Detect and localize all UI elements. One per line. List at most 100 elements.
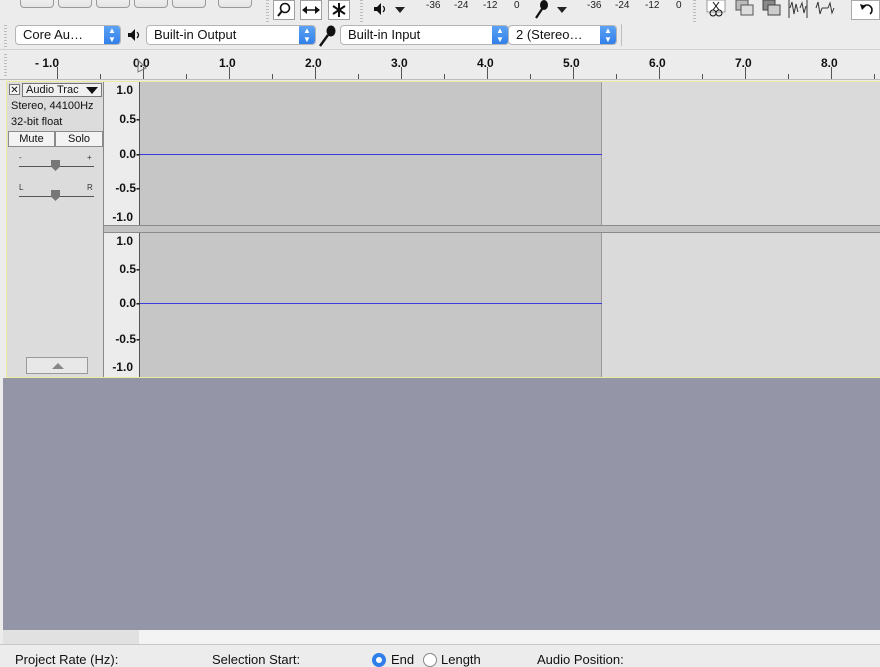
output-device-select[interactable]: Built-in Output ▲ ▼: [146, 25, 316, 45]
horizontal-scrollbar[interactable]: [3, 630, 880, 644]
waveform-channel-left[interactable]: [140, 82, 880, 225]
multi-tool-button[interactable]: [328, 0, 350, 20]
trim-icon[interactable]: [788, 0, 808, 18]
cut-icon[interactable]: [706, 0, 726, 18]
ruler-minor-tick: [186, 74, 187, 79]
select-stepper-icon: ▲ ▼: [492, 26, 508, 44]
record-meter-label: -12: [645, 0, 660, 11]
timeshift-tool-button[interactable]: [300, 0, 322, 20]
amplitude-scale-label: 1.0: [116, 83, 133, 97]
amplitude-scale-label: 0.5-: [119, 262, 140, 276]
waveform-channel-right[interactable]: [140, 233, 880, 377]
zoom-icon: [277, 2, 291, 17]
ruler-tick-label: 2.0: [305, 56, 322, 70]
ruler-minor-tick: [100, 74, 101, 79]
output-device-value: Built-in Output: [154, 27, 237, 42]
edit-toolbar-grip[interactable]: [693, 0, 696, 22]
paste-icon[interactable]: [761, 0, 781, 18]
track-format-info: 32-bit float: [11, 116, 63, 128]
ruler-minor-tick: [874, 74, 875, 79]
ruler-tick-label: 6.0: [649, 56, 666, 70]
toolbar-grip[interactable]: [266, 0, 269, 22]
amplitude-scale-label: 0.5-: [119, 112, 140, 126]
ruler-major-tick: [315, 67, 316, 79]
ruler-minor-tick: [616, 74, 617, 79]
gain-plus-label: +: [87, 153, 92, 162]
amplitude-scale-label: -1.0: [112, 360, 133, 374]
pan-left-label: L: [19, 183, 24, 192]
channel-amplitude-ruler-right[interactable]: 1.0 0.5- 0.0- -0.5- -1.0: [104, 233, 140, 377]
selection-start-label: Selection Start:: [212, 652, 301, 667]
stop-button[interactable]: [96, 0, 130, 8]
track-rate-info: Stereo, 44100Hz: [11, 100, 94, 112]
amplitude-scale-label: 0.0-: [119, 147, 140, 161]
project-rate-label: Project Rate (Hz):: [15, 652, 119, 667]
ruler-tick-label: - 1.0: [35, 56, 60, 70]
microphone-icon[interactable]: [534, 0, 550, 20]
playback-meter-label: -36: [426, 0, 441, 11]
audio-clip[interactable]: [140, 233, 602, 377]
input-channels-value: 2 (Stereo…: [516, 27, 583, 42]
amplitude-scale-label: -0.5-: [115, 332, 140, 346]
ruler-tick-label: 8.0: [821, 56, 838, 70]
gain-minus-label: -: [19, 153, 22, 162]
input-channels-select[interactable]: 2 (Stereo… ▲ ▼: [508, 25, 617, 45]
undo-button[interactable]: [851, 0, 880, 20]
track-collapse-button[interactable]: [26, 357, 88, 374]
ruler-major-tick: [229, 67, 230, 79]
collapse-arrow-icon: [52, 363, 64, 369]
playback-meter-label: -12: [483, 0, 498, 11]
scrollbar-thumb[interactable]: [3, 630, 139, 644]
ruler-tick-label: 1.0: [219, 56, 236, 70]
skip-end-button[interactable]: [172, 0, 206, 8]
track-name: Audio Trac: [26, 84, 79, 96]
ruler-major-tick: [487, 67, 488, 79]
play-head-icon[interactable]: [136, 58, 148, 74]
multi-tool-icon: [332, 3, 346, 17]
timeshift-icon: [302, 6, 320, 14]
input-device-value: Built-in Input: [348, 27, 421, 42]
empty-track-area[interactable]: [3, 378, 880, 630]
playback-meter-label: -24: [454, 0, 469, 11]
dropdown-arrow-icon: [86, 87, 98, 94]
length-radio[interactable]: [423, 653, 437, 667]
microphone-icon: [319, 25, 336, 47]
record-meter-label: 0: [676, 0, 682, 11]
audio-position-label: Audio Position:: [537, 652, 624, 667]
solo-label: Solo: [67, 133, 91, 145]
pause-button[interactable]: [20, 0, 54, 8]
ruler-minor-tick: [272, 74, 273, 79]
device-toolbar-grip[interactable]: [4, 25, 7, 47]
radio-dot: [376, 657, 382, 663]
channel-amplitude-ruler-left[interactable]: 1.0 0.5- 0.0- -0.5- -1.0: [104, 82, 140, 225]
record-button[interactable]: [218, 0, 252, 8]
ruler-minor-tick: [702, 74, 703, 79]
end-radio[interactable]: [372, 653, 386, 667]
channel-separator: [104, 225, 880, 233]
ruler-minor-tick: [530, 74, 531, 79]
skip-start-button[interactable]: [134, 0, 168, 8]
speaker-icon[interactable]: [372, 2, 388, 16]
timeline-ruler[interactable]: - 1.0 0.0 1.0 2.0 3.0 4.0 5.0 6.0 7.0 8.0: [0, 50, 880, 80]
mute-button[interactable]: Mute: [8, 131, 55, 147]
ruler-tick-label: 4.0: [477, 56, 494, 70]
track-close-button[interactable]: ✕: [9, 84, 20, 96]
undo-icon: [860, 4, 873, 15]
ruler-major-tick: [401, 67, 402, 79]
playback-meter-menu-icon[interactable]: [395, 7, 405, 13]
play-button[interactable]: [58, 0, 92, 8]
silence-icon[interactable]: [815, 0, 835, 18]
host-select-value: Core Au…: [23, 27, 83, 42]
solo-button[interactable]: Solo: [55, 131, 103, 147]
mute-label: Mute: [19, 133, 44, 145]
ruler-minor-tick: [358, 74, 359, 79]
host-select[interactable]: Core Au… ▲ ▼: [15, 25, 121, 45]
track-name-menu[interactable]: Audio Trac: [22, 83, 102, 97]
zoom-tool-button[interactable]: [273, 0, 295, 20]
copy-icon[interactable]: [734, 0, 754, 18]
ruler-major-tick: [831, 67, 832, 79]
meter-grip[interactable]: [360, 0, 363, 22]
ruler-tick-label: 5.0: [563, 56, 580, 70]
record-meter-menu-icon[interactable]: [557, 7, 567, 13]
input-device-select[interactable]: Built-in Input ▲ ▼: [340, 25, 509, 45]
